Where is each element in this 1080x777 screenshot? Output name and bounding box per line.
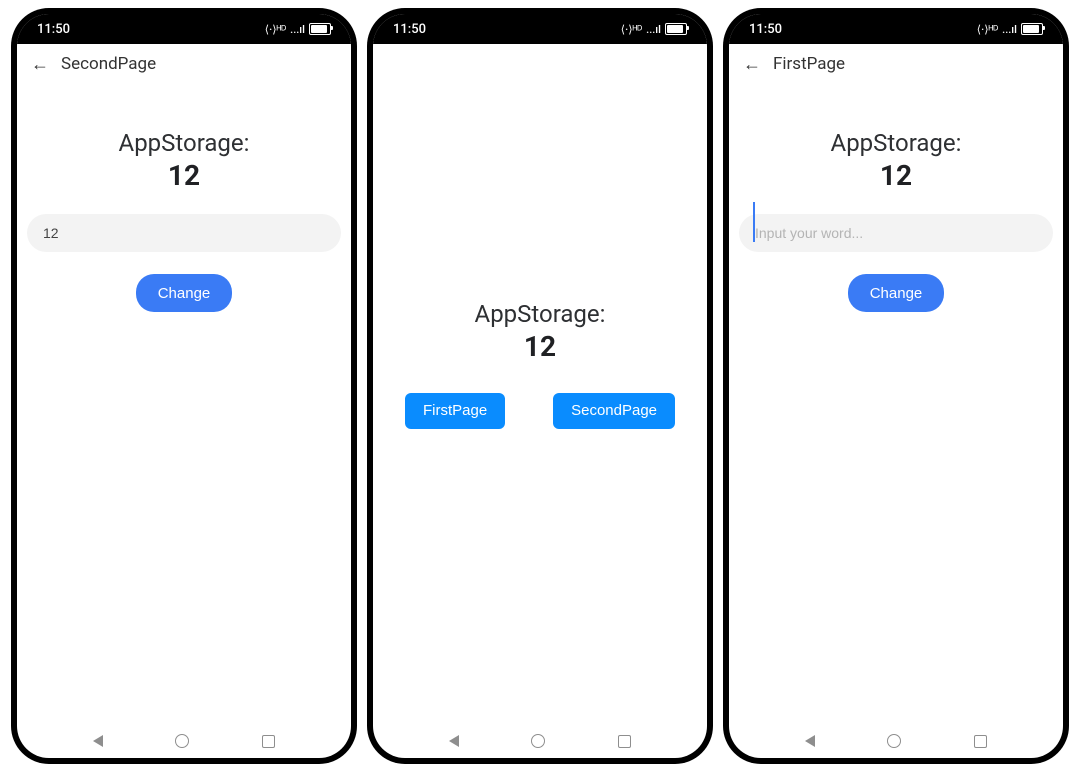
status-bar: 11:50 ⟨·⟩ᴴᴰ ...ıl: [373, 14, 707, 44]
center-content: AppStorage: 12 FirstPage SecondPage: [373, 44, 707, 724]
app-storage-value: 12: [739, 159, 1053, 192]
signal-icon: ...ıl: [646, 23, 661, 36]
app-storage-label: AppStorage:: [27, 129, 341, 157]
nav-recent-icon[interactable]: [262, 735, 275, 748]
value-input[interactable]: [739, 214, 1053, 252]
nav-home-icon[interactable]: [887, 734, 901, 748]
button-row: Change: [27, 274, 341, 312]
phone-first-page: 11:50 ⟨·⟩ᴴᴰ ...ıl ← FirstPage AppStorage…: [723, 8, 1069, 764]
topbar: ← SecondPage: [17, 44, 351, 84]
network-icon: ⟨·⟩ᴴᴰ: [977, 23, 998, 36]
change-button[interactable]: Change: [136, 274, 233, 312]
status-time: 11:50: [393, 22, 426, 37]
screen: 11:50 ⟨·⟩ᴴᴰ ...ıl AppStorage: 12 FirstPa…: [373, 14, 707, 758]
content: AppStorage: 12 Change: [17, 84, 351, 724]
app-storage-label: AppStorage:: [739, 129, 1053, 157]
app-storage-value: 12: [27, 159, 341, 192]
status-icons: ⟨·⟩ᴴᴰ ...ıl: [265, 23, 331, 36]
network-icon: ⟨·⟩ᴴᴰ: [621, 23, 642, 36]
back-icon[interactable]: ←: [743, 54, 761, 75]
status-time: 11:50: [749, 22, 782, 37]
signal-icon: ...ıl: [1002, 23, 1017, 36]
topbar: ← FirstPage: [729, 44, 1063, 84]
signal-icon: ...ıl: [290, 23, 305, 36]
phone-second-page: 11:50 ⟨·⟩ᴴᴰ ...ıl ← SecondPage AppStorag…: [11, 8, 357, 764]
network-icon: ⟨·⟩ᴴᴰ: [265, 23, 286, 36]
system-nav-bar: [373, 724, 707, 758]
nav-recent-icon[interactable]: [974, 735, 987, 748]
status-bar: 11:50 ⟨·⟩ᴴᴰ ...ıl: [729, 14, 1063, 44]
change-button[interactable]: Change: [848, 274, 945, 312]
page-title: FirstPage: [773, 54, 845, 74]
first-page-button[interactable]: FirstPage: [405, 393, 505, 429]
nav-back-icon[interactable]: [805, 735, 815, 747]
phone-index-page: 11:50 ⟨·⟩ᴴᴰ ...ıl AppStorage: 12 FirstPa…: [367, 8, 713, 764]
content: AppStorage: 12 Change: [729, 84, 1063, 724]
nav-recent-icon[interactable]: [618, 735, 631, 748]
nav-back-icon[interactable]: [93, 735, 103, 747]
screen: 11:50 ⟨·⟩ᴴᴰ ...ıl ← FirstPage AppStorage…: [729, 14, 1063, 758]
second-page-button[interactable]: SecondPage: [553, 393, 675, 429]
status-icons: ⟨·⟩ᴴᴰ ...ıl: [621, 23, 687, 36]
nav-home-icon[interactable]: [175, 734, 189, 748]
nav-button-row: FirstPage SecondPage: [373, 393, 707, 429]
system-nav-bar: [729, 724, 1063, 758]
nav-home-icon[interactable]: [531, 734, 545, 748]
value-input[interactable]: [27, 214, 341, 252]
app-storage-value: 12: [524, 330, 556, 363]
battery-icon: [665, 23, 687, 35]
page-title: SecondPage: [61, 54, 156, 74]
button-row: Change: [739, 274, 1053, 312]
screen: 11:50 ⟨·⟩ᴴᴰ ...ıl ← SecondPage AppStorag…: [17, 14, 351, 758]
battery-icon: [309, 23, 331, 35]
status-time: 11:50: [37, 22, 70, 37]
system-nav-bar: [17, 724, 351, 758]
status-icons: ⟨·⟩ᴴᴰ ...ıl: [977, 23, 1043, 36]
nav-back-icon[interactable]: [449, 735, 459, 747]
app-storage-label: AppStorage:: [475, 300, 606, 328]
battery-icon: [1021, 23, 1043, 35]
status-bar: 11:50 ⟨·⟩ᴴᴰ ...ıl: [17, 14, 351, 44]
back-icon[interactable]: ←: [31, 54, 49, 75]
